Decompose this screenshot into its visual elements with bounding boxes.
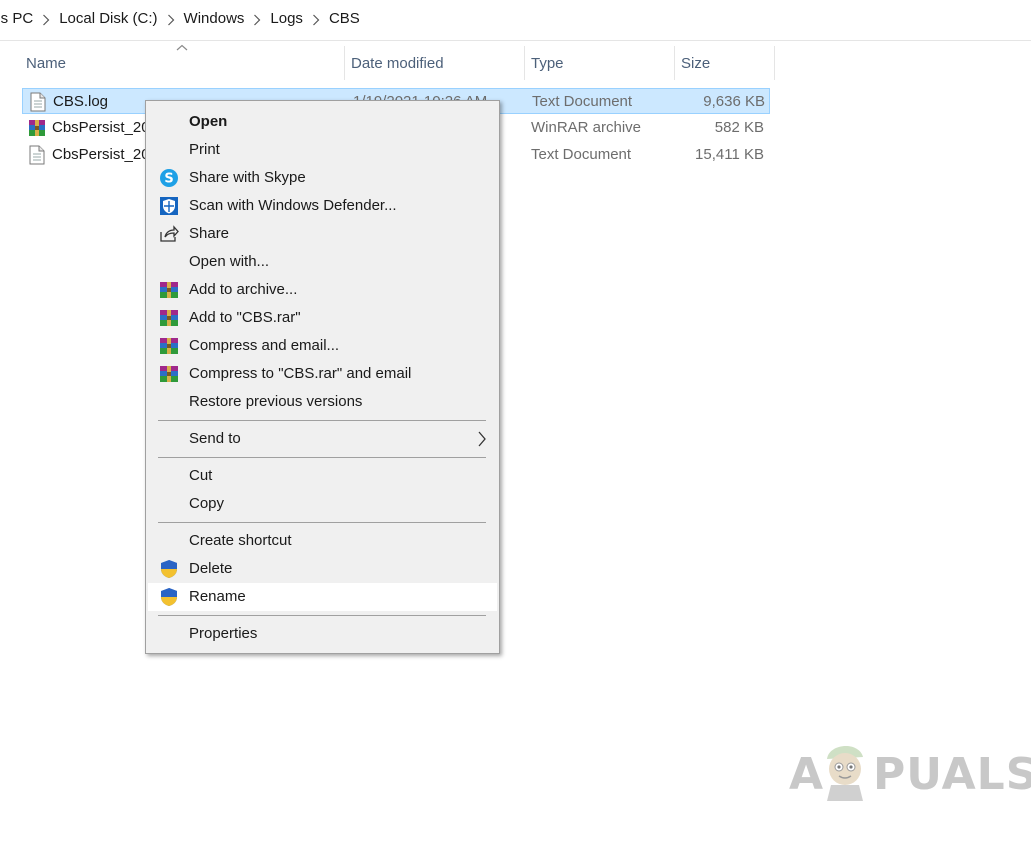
file-name: CBS.log <box>53 93 109 110</box>
winrar-icon <box>160 366 178 382</box>
menu-item-share[interactable]: Share <box>148 220 497 248</box>
file-size: 9,636 KB <box>703 93 765 110</box>
winrar-icon <box>160 310 178 326</box>
breadcrumb-cbs[interactable]: CBS <box>327 10 362 27</box>
menu-item-open-with[interactable]: Open with... <box>148 248 497 276</box>
file-name: CbsPersist_202 <box>52 146 158 163</box>
address-breadcrumb: his PC Local Disk (C:) Windows Logs CBS <box>0 0 1031 41</box>
menu-separator <box>158 457 486 458</box>
svg-text:S: S <box>164 172 173 187</box>
file-type: WinRAR archive <box>531 119 642 136</box>
breadcrumb-local-disk[interactable]: Local Disk (C:) <box>57 10 159 27</box>
menu-item-label: Share with Skype <box>189 169 306 186</box>
menu-item-label: Cut <box>189 467 213 484</box>
windows-defender-shield-icon <box>160 197 178 215</box>
chevron-right-icon <box>478 431 486 447</box>
menu-item-add-to-cbs-rar[interactable]: Add to "CBS.rar" <box>148 304 497 332</box>
menu-item-label: Scan with Windows Defender... <box>189 197 397 214</box>
breadcrumb-this-pc[interactable]: his PC <box>0 10 35 27</box>
menu-item-copy[interactable]: Copy <box>148 490 497 518</box>
winrar-icon <box>160 338 178 354</box>
chevron-right-icon[interactable] <box>35 11 57 26</box>
chevron-right-icon[interactable] <box>160 11 182 26</box>
chevron-right-icon[interactable] <box>305 11 327 26</box>
menu-item-delete[interactable]: Delete <box>148 555 497 583</box>
menu-separator <box>158 420 486 421</box>
text-file-icon <box>29 145 45 165</box>
menu-item-share-with-skype[interactable]: S Share with Skype <box>148 164 497 192</box>
column-header-date-label: Date modified <box>351 54 444 72</box>
menu-item-label: Properties <box>189 625 258 642</box>
menu-item-open[interactable]: Open <box>148 108 497 136</box>
menu-item-label: Delete <box>189 560 233 577</box>
menu-item-add-to-archive[interactable]: Add to archive... <box>148 276 497 304</box>
menu-item-scan-defender[interactable]: Scan with Windows Defender... <box>148 192 497 220</box>
menu-item-label: Open <box>189 113 228 130</box>
menu-item-label: Add to "CBS.rar" <box>189 309 301 326</box>
chevron-right-icon[interactable] <box>246 11 268 26</box>
menu-item-compress-and-email[interactable]: Compress and email... <box>148 332 497 360</box>
menu-item-label: Open with... <box>189 253 270 270</box>
text-file-icon <box>30 92 46 112</box>
column-header-size[interactable]: Size <box>675 46 775 80</box>
column-header-name[interactable]: Name <box>20 46 345 80</box>
menu-item-rename[interactable]: Rename <box>148 583 497 611</box>
winrar-archive-icon <box>29 120 45 136</box>
file-name: CbsPersist_202 <box>52 119 158 136</box>
column-header-name-label: Name <box>26 54 67 72</box>
mascot-icon <box>827 745 863 801</box>
menu-item-cut[interactable]: Cut <box>148 462 497 490</box>
context-menu: Open Print S Share with Skype Scan with … <box>145 100 500 654</box>
uac-shield-icon <box>161 560 177 578</box>
winrar-icon <box>160 282 178 298</box>
file-size: 15,411 KB <box>695 146 764 163</box>
menu-item-properties[interactable]: Properties <box>148 620 497 648</box>
menu-item-restore-previous-versions[interactable]: Restore previous versions <box>148 388 497 416</box>
skype-icon: S <box>160 169 178 187</box>
menu-item-send-to[interactable]: Send to <box>148 425 497 453</box>
menu-item-label: Restore previous versions <box>189 393 363 410</box>
menu-separator <box>158 522 486 523</box>
menu-separator <box>158 615 486 616</box>
uac-shield-icon <box>161 588 177 606</box>
file-size: 582 KB <box>714 119 764 136</box>
menu-item-label: Print <box>189 141 220 158</box>
menu-item-label: Share <box>189 225 230 242</box>
menu-item-compress-to-cbs-rar-and-email[interactable]: Compress to "CBS.rar" and email <box>148 360 497 388</box>
column-header-size-label: Size <box>681 54 711 72</box>
menu-item-label: Compress and email... <box>189 337 340 354</box>
menu-item-print[interactable]: Print <box>148 136 497 164</box>
share-icon <box>160 225 179 242</box>
column-header-type-label: Type <box>531 54 564 72</box>
breadcrumb-windows[interactable]: Windows <box>182 10 247 27</box>
menu-item-create-shortcut[interactable]: Create shortcut <box>148 527 497 555</box>
menu-item-label: Create shortcut <box>189 532 292 549</box>
menu-item-label: Copy <box>189 495 225 512</box>
watermark-text-right: PUALS <box>873 749 1031 800</box>
menu-item-label: Rename <box>189 588 246 605</box>
breadcrumb-logs[interactable]: Logs <box>268 10 305 27</box>
file-type: Text Document <box>532 93 633 110</box>
column-header-type[interactable]: Type <box>525 46 675 80</box>
appuals-watermark: A PUALS <box>787 737 1031 803</box>
menu-item-label: Compress to "CBS.rar" and email <box>189 365 412 382</box>
menu-item-label: Send to <box>189 430 241 447</box>
column-header-date-modified[interactable]: Date modified <box>345 46 525 80</box>
menu-item-label: Add to archive... <box>189 281 298 298</box>
file-type: Text Document <box>531 146 632 163</box>
